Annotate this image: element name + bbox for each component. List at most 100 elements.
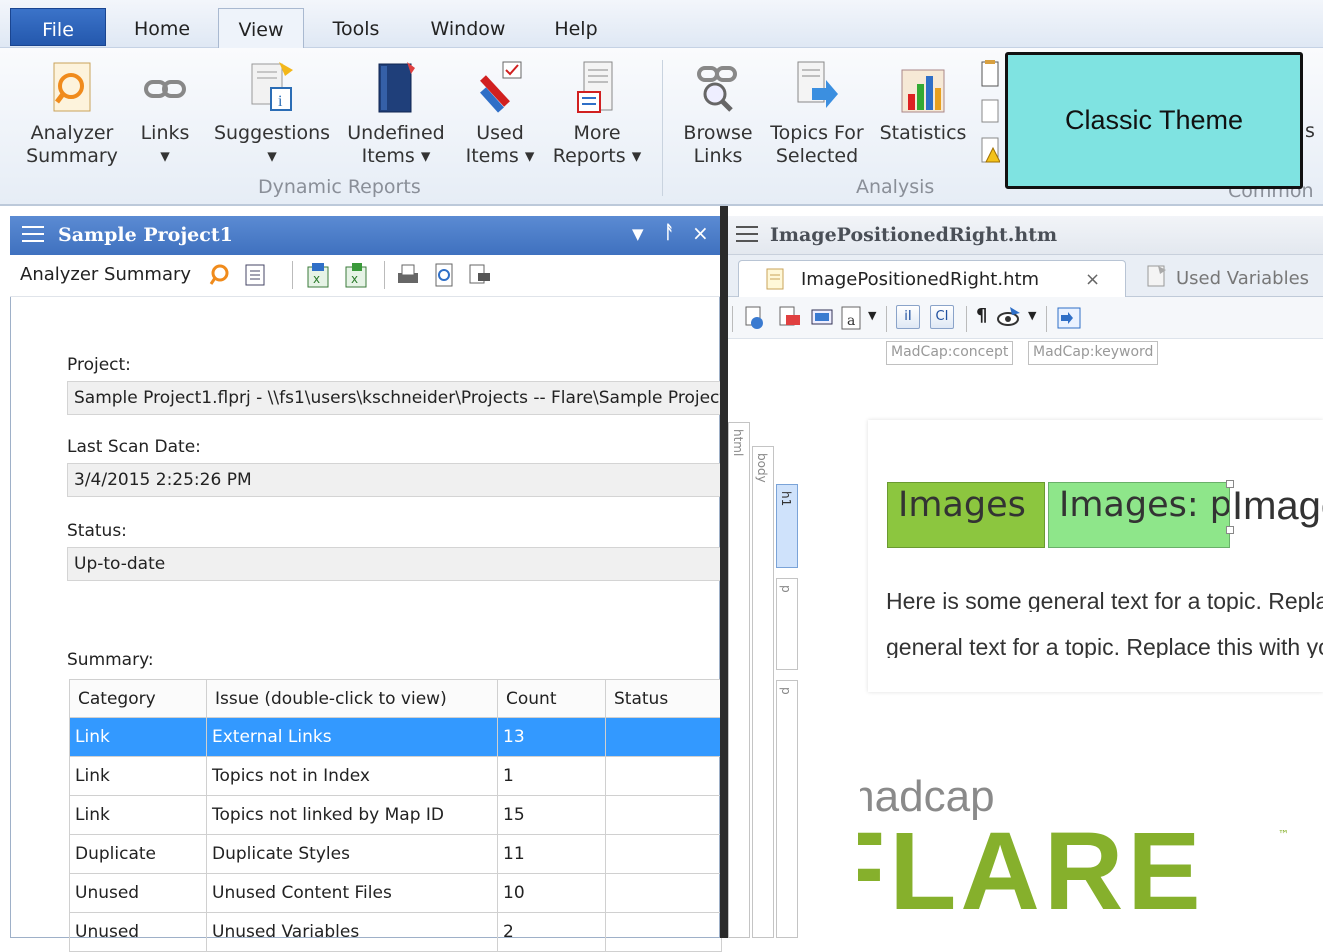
undefined-items-button[interactable]: Undefined Items ▾ [342, 60, 450, 168]
tag-madcap-keyword[interactable]: MadCap:keyword [1028, 341, 1159, 365]
show-hide-icon[interactable] [996, 303, 1026, 331]
editor-title-bar: ImagePositionedRight.htm [728, 216, 1323, 255]
column-header-count[interactable]: Count [497, 679, 606, 718]
topics-for-selected-button[interactable]: Topics For Selected [764, 60, 870, 168]
structure-p-bar[interactable]: p [776, 680, 798, 938]
page-setup-icon[interactable] [466, 261, 494, 289]
paragraph-line-2: general text for a topic. Replace this w… [886, 634, 1323, 658]
used-items-label2: Items ▾ [465, 145, 535, 167]
text-format-icon[interactable]: a [840, 305, 864, 331]
suggestions-dropdown-arrow: ▾ [267, 145, 277, 167]
show-tags-icon[interactable] [744, 305, 768, 331]
more-reports-button[interactable]: More Reports ▾ [548, 60, 646, 168]
madcap-logo-text: madcap [860, 778, 995, 821]
topic-file-icon [765, 267, 785, 291]
show-hide-dropdown-icon[interactable]: ▼ [1028, 309, 1036, 322]
structure-p-bar[interactable]: p [776, 578, 798, 670]
cell-count: 1 [497, 756, 606, 796]
insert-icon[interactable] [1056, 305, 1082, 331]
pin-icon[interactable]: ᚨ [664, 222, 675, 243]
pane-splitter[interactable] [720, 206, 728, 938]
export-excel-all-icon[interactable]: x [342, 261, 370, 289]
menu-icon[interactable] [22, 224, 44, 244]
tab-tools[interactable]: Tools [318, 8, 394, 49]
statistics-label: Statistics [879, 122, 967, 144]
tab-help[interactable]: Help [545, 8, 607, 49]
text-format-dropdown-icon[interactable]: ▼ [868, 309, 876, 322]
tab-used-variables[interactable]: Used Variables [1134, 260, 1323, 298]
table-row[interactable]: Duplicate Duplicate Styles 11 [69, 834, 722, 874]
structure-body-bar[interactable]: body [752, 446, 774, 938]
tab-window[interactable]: Window [418, 8, 518, 49]
suggestions-label: Suggestions [213, 122, 331, 144]
suggestions-button[interactable]: i Suggestions ▾ [212, 60, 332, 168]
browse-links-label: Browse [683, 122, 753, 144]
menu-icon[interactable] [736, 224, 758, 244]
table-row[interactable]: Link Topics not in Index 1 [69, 756, 722, 796]
analyze-icon[interactable] [208, 263, 232, 287]
table-row[interactable]: Unused Unused Variables 2 [69, 912, 722, 952]
tab-file[interactable]: File [10, 8, 106, 46]
heading-image-2[interactable]: Images: positio [1048, 482, 1230, 548]
show-paragraph-marks-icon[interactable]: ¶ [976, 305, 987, 326]
tag-madcap-concept[interactable]: MadCap:concept [886, 341, 1014, 365]
cell-category: Link [69, 717, 207, 757]
used-items-button[interactable]: Used Items ▾ [462, 60, 538, 168]
column-header-issue[interactable]: Issue (double-click to view) [206, 679, 498, 718]
image-view-icon[interactable] [810, 305, 834, 331]
heading-image-1[interactable]: Images [887, 482, 1045, 548]
tab-view[interactable]: View [218, 8, 304, 49]
table-row[interactable]: Link External Links 13 [69, 717, 722, 757]
cell-category: Unused [69, 912, 207, 952]
pane-dropdown-icon[interactable]: ▼ [632, 225, 644, 243]
toolbar-separator [384, 261, 385, 289]
column-header-status[interactable]: Status [605, 679, 722, 718]
tab-label: Used Variables [1176, 268, 1310, 289]
concept-entry-button[interactable]: CI [930, 305, 954, 329]
cell-count: 2 [497, 912, 606, 952]
column-header-category[interactable]: Category [69, 679, 207, 718]
tab-image-positioned-right[interactable]: ImagePositionedRight.htm × [738, 260, 1126, 298]
statistics-button[interactable]: Statistics [876, 60, 970, 145]
ribbon-separator [662, 60, 663, 196]
analyzer-summary-button[interactable]: Analyzer Summary [20, 60, 124, 168]
used-items-icon [477, 60, 523, 116]
index-entry-button[interactable]: iI [896, 305, 920, 329]
print-preview-icon[interactable] [430, 261, 458, 289]
cell-issue: External Links [206, 717, 498, 757]
heading-part-3: Images positioned right [1232, 484, 1323, 528]
structure-html-bar[interactable]: html [728, 422, 750, 938]
table-row[interactable]: Unused Unused Content Files 10 [69, 873, 722, 913]
last-scan-date-label: Last Scan Date: [67, 437, 201, 457]
topics-for-selected-label: Topics For [770, 122, 864, 144]
group-analysis: Analysis [856, 176, 935, 198]
last-scan-date-field: 3/4/2015 2:25:26 PM [67, 463, 722, 497]
cell-status [605, 756, 722, 796]
print-icon[interactable] [394, 261, 422, 289]
report-file-icon [1146, 264, 1168, 288]
flare-logo: FLARE [858, 822, 1205, 922]
cell-count: 13 [497, 717, 606, 757]
structure-h1-bar[interactable]: h1 [776, 484, 798, 568]
tab-home[interactable]: Home [118, 8, 206, 49]
toolbar-separator [732, 306, 733, 332]
track-changes-icon[interactable] [778, 305, 802, 331]
list-icon[interactable] [244, 263, 266, 287]
export-excel-icon[interactable]: x [304, 261, 332, 289]
toolbar-separator [1046, 306, 1047, 332]
svg-text:a: a [847, 313, 855, 329]
cell-status [605, 873, 722, 913]
links-button[interactable]: Links ▾ [130, 60, 200, 168]
close-icon[interactable]: × [692, 221, 709, 245]
tab-close-icon[interactable]: × [1085, 269, 1100, 290]
table-row[interactable]: Link Topics not linked by Map ID 15 [69, 795, 722, 835]
status-label: Status: [67, 521, 127, 541]
topics-for-selected-icon [794, 60, 840, 116]
browse-links-icon [695, 60, 741, 116]
browse-links-button[interactable]: Browse Links [680, 60, 756, 168]
heading-text-clip: Images positioned right [1232, 482, 1323, 542]
analyzer-summary-label: Analyzer [30, 122, 114, 144]
svg-text:x: x [313, 272, 320, 286]
bar-chart-icon [900, 60, 946, 116]
cell-issue: Topics not in Index [206, 756, 498, 796]
